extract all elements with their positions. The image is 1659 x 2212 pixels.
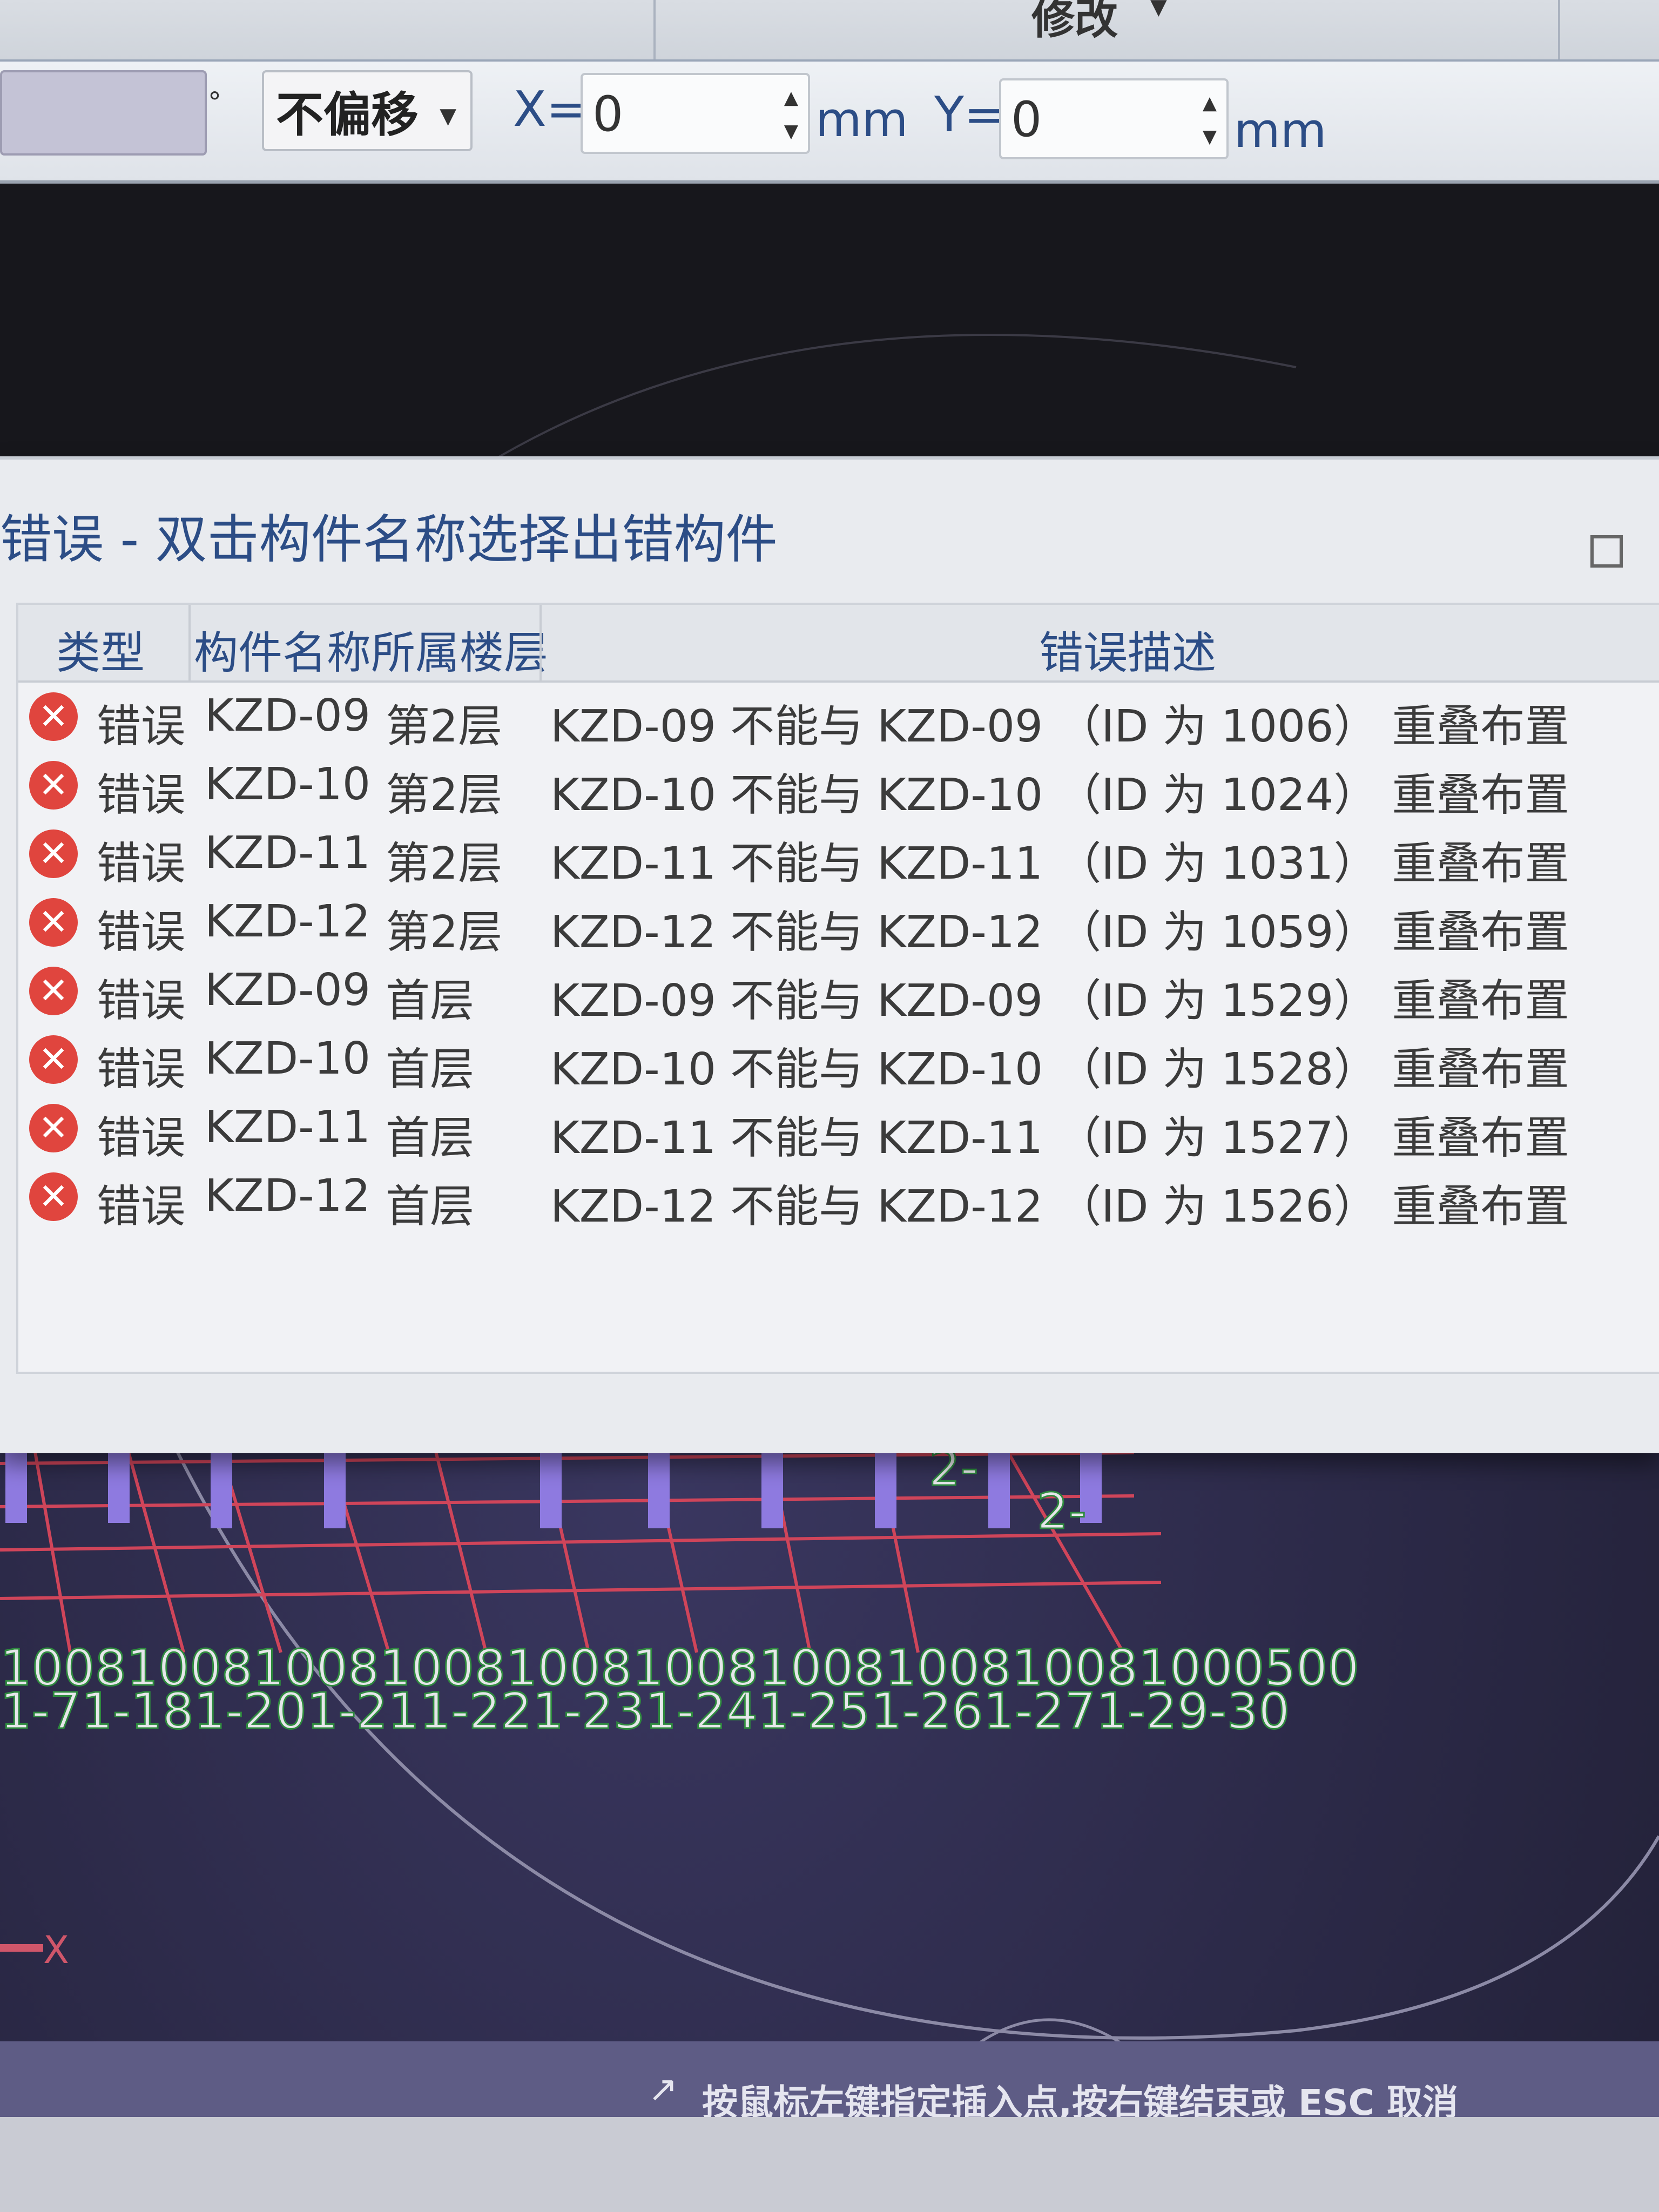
error-row[interactable]: ✕ 错误 KZD-11 第2层 KZD-11 不能与 KZD-11 （ID 为 … bbox=[18, 823, 1659, 891]
error-type: 错误 bbox=[97, 770, 186, 821]
error-description: KZD-11 不能与 KZD-11 （ID 为 1527） 重叠布置 bbox=[550, 1112, 1569, 1164]
column-header-name-floor[interactable]: 构件名称所属楼层 bbox=[194, 617, 548, 681]
component-floor: 第2层 bbox=[386, 701, 503, 752]
component-name[interactable]: KZD-11 bbox=[205, 1102, 370, 1153]
error-type: 错误 bbox=[97, 1044, 186, 1095]
error-row[interactable]: ✕ 错误 KZD-10 首层 KZD-10 不能与 KZD-10 （ID 为 1… bbox=[18, 1029, 1659, 1096]
component-floor: 第2层 bbox=[386, 907, 503, 958]
component-name[interactable]: KZD-12 bbox=[205, 1170, 370, 1222]
window-bottom-frame bbox=[0, 2117, 1659, 2212]
error-row[interactable]: ✕ 错误 KZD-12 首层 KZD-12 不能与 KZD-12 （ID 为 1… bbox=[18, 1166, 1659, 1233]
x-axis-arrow-icon bbox=[0, 1944, 43, 1952]
error-type: 错误 bbox=[97, 701, 186, 752]
component-floor: 首层 bbox=[386, 975, 475, 1027]
error-icon: ✕ bbox=[29, 692, 78, 741]
grid-line bbox=[0, 1581, 1162, 1600]
component-floor: 首层 bbox=[386, 1112, 475, 1164]
arc-outline-top bbox=[485, 334, 1297, 466]
component-floor: 第2层 bbox=[386, 838, 503, 889]
error-icon: ✕ bbox=[29, 1172, 78, 1221]
component-name[interactable]: KZD-10 bbox=[205, 1033, 370, 1084]
error-type: 错误 bbox=[97, 1112, 186, 1164]
x-axis-label: X bbox=[43, 1928, 69, 1972]
column-header-description[interactable]: 错误描述 bbox=[1039, 617, 1216, 681]
component-floor: 首层 bbox=[386, 1044, 475, 1095]
cursor-icon: ↗ bbox=[648, 2068, 678, 2110]
component-name[interactable]: KZD-12 bbox=[205, 896, 370, 947]
grid-line bbox=[0, 1532, 1162, 1552]
error-row[interactable]: ✕ 错误 KZD-12 第2层 KZD-12 不能与 KZD-12 （ID 为 … bbox=[18, 892, 1659, 959]
error-list-header: 类型 构件名称所属楼层 错误描述 bbox=[18, 605, 1659, 683]
error-row[interactable]: ✕ 错误 KZD-09 首层 KZD-09 不能与 KZD-09 （ID 为 1… bbox=[18, 960, 1659, 1028]
column-header-type[interactable]: 类型 bbox=[56, 617, 145, 681]
dialog-title: 错误 - 双击构件名称选择出错构件 bbox=[0, 509, 778, 570]
error-type: 错误 bbox=[97, 1181, 186, 1232]
error-type: 错误 bbox=[97, 907, 186, 958]
column-separator[interactable] bbox=[539, 605, 542, 680]
error-icon: ✕ bbox=[29, 830, 78, 878]
error-type: 错误 bbox=[97, 975, 186, 1027]
component-name[interactable]: KZD-10 bbox=[205, 759, 370, 810]
error-row[interactable]: ✕ 错误 KZD-10 第2层 KZD-10 不能与 KZD-10 （ID 为 … bbox=[18, 754, 1659, 822]
component-floor: 首层 bbox=[386, 1181, 475, 1232]
error-description: KZD-12 不能与 KZD-12 （ID 为 1059） 重叠布置 bbox=[550, 907, 1569, 958]
error-description: KZD-10 不能与 KZD-10 （ID 为 1528） 重叠布置 bbox=[550, 1044, 1569, 1095]
error-icon: ✕ bbox=[29, 1035, 78, 1084]
error-list[interactable]: 类型 构件名称所属楼层 错误描述 ✕ 错误 KZD-09 第2层 KZD-09 … bbox=[16, 603, 1659, 1374]
grid-line bbox=[997, 1435, 1125, 1654]
error-description: KZD-11 不能与 KZD-11 （ID 为 1031） 重叠布置 bbox=[550, 838, 1569, 889]
error-description: KZD-10 不能与 KZD-10 （ID 为 1024） 重叠布置 bbox=[550, 770, 1569, 821]
cad-application: 修改 ▼ ° 不偏移 ▼ X= 0 ▲ ▼ mm Y= 0 ▲ ▼ mm 100… bbox=[0, 0, 1659, 2212]
error-description: KZD-09 不能与 KZD-09 （ID 为 1006） 重叠布置 bbox=[550, 701, 1569, 752]
axis-grid bbox=[0, 1435, 1162, 1654]
maximize-icon[interactable] bbox=[1590, 535, 1623, 568]
error-type: 错误 bbox=[97, 838, 186, 889]
error-description: KZD-09 不能与 KZD-09 （ID 为 1529） 重叠布置 bbox=[550, 975, 1569, 1027]
component-name[interactable]: KZD-09 bbox=[205, 965, 370, 1016]
error-icon: ✕ bbox=[29, 898, 78, 947]
component-name[interactable]: KZD-11 bbox=[205, 827, 370, 879]
grid-line bbox=[0, 1494, 1135, 1508]
error-row[interactable]: ✕ 错误 KZD-11 首层 KZD-11 不能与 KZD-11 （ID 为 1… bbox=[18, 1097, 1659, 1165]
grid-line bbox=[123, 1436, 185, 1653]
axis-labels-text: 1-71-181-201-211-221-231-241-251-261-271… bbox=[0, 1682, 1290, 1740]
component-floor: 第2层 bbox=[386, 770, 503, 821]
error-icon: ✕ bbox=[29, 761, 78, 810]
error-description: KZD-12 不能与 KZD-12 （ID 为 1526） 重叠布置 bbox=[550, 1181, 1569, 1232]
column-separator[interactable] bbox=[188, 605, 191, 680]
axis-label-right: 2- bbox=[1037, 1482, 1087, 1540]
component-name[interactable]: KZD-09 bbox=[205, 690, 370, 741]
error-icon: ✕ bbox=[29, 967, 78, 1015]
grid-line bbox=[31, 1436, 72, 1653]
error-dialog: 错误 - 双击构件名称选择出错构件 类型 构件名称所属楼层 错误描述 ✕ 错误 … bbox=[0, 456, 1659, 1453]
error-row[interactable]: ✕ 错误 KZD-09 第2层 KZD-09 不能与 KZD-09 （ID 为 … bbox=[18, 686, 1659, 753]
error-icon: ✕ bbox=[29, 1104, 78, 1152]
